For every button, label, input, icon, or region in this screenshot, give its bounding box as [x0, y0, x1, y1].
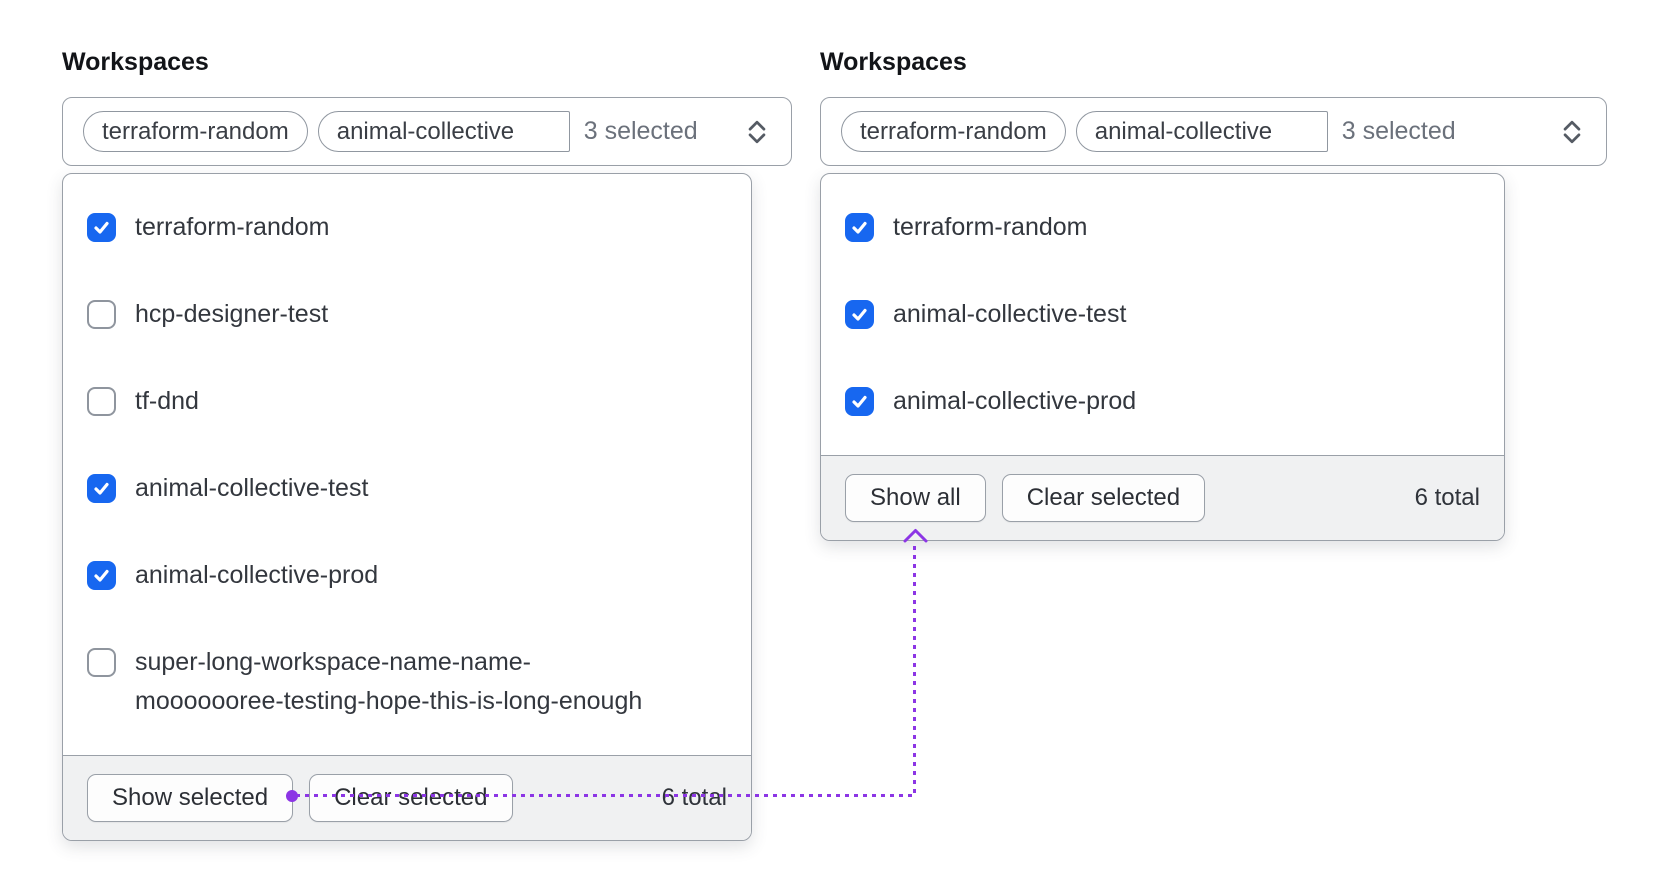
workspaces-multiselect-right: Workspaces terraform-random animal-colle… [820, 48, 1607, 541]
check-icon [92, 566, 111, 585]
check-icon [850, 305, 869, 324]
chevron-up-down-icon [743, 117, 771, 147]
selected-tag[interactable]: terraform-random [83, 111, 308, 152]
selected-count: 3 selected [1341, 117, 1456, 145]
option-row[interactable]: animal-collective-test [821, 271, 1504, 358]
selected-tag-clipped[interactable]: animal-collective [317, 111, 570, 152]
options-dropdown: terraform-random hcp-designer-test tf-dn… [62, 173, 752, 841]
options-listbox: terraform-random animal-collective-test … [821, 174, 1504, 455]
option-row[interactable]: animal-collective-prod [63, 532, 751, 619]
checkbox[interactable] [87, 213, 116, 242]
multiselect-trigger[interactable]: terraform-random animal-collective 3 sel… [62, 97, 792, 166]
option-row[interactable]: terraform-random [63, 184, 751, 271]
workspaces-multiselect-demo-page: { "colors": { "checkbox_blue": "#1767f0"… [0, 0, 1672, 892]
checkbox[interactable] [845, 300, 874, 329]
selected-count: 3 selected [583, 117, 698, 145]
checkbox[interactable] [87, 648, 116, 677]
checkbox[interactable] [845, 213, 874, 242]
total-count: 6 total [1414, 484, 1480, 511]
show-all-button[interactable]: Show all [845, 474, 986, 522]
option-row[interactable]: super-long-workspace-name-name- moooooor… [63, 619, 751, 745]
option-label: terraform-random [135, 213, 330, 241]
option-label: animal-collective-prod [893, 387, 1137, 415]
check-icon [850, 218, 869, 237]
selected-tag-clipped[interactable]: animal-collective [1075, 111, 1328, 152]
option-label: terraform-random [893, 213, 1088, 241]
checkbox[interactable] [87, 474, 116, 503]
options-listbox: terraform-random hcp-designer-test tf-dn… [63, 174, 751, 755]
multiselect-trigger[interactable]: terraform-random animal-collective 3 sel… [820, 97, 1607, 166]
workspaces-label: Workspaces [820, 48, 967, 76]
clear-selected-button[interactable]: Clear selected [309, 774, 513, 822]
option-label: tf-dnd [135, 387, 199, 415]
annotation-line-vertical [913, 546, 916, 796]
workspaces-label: Workspaces [62, 48, 209, 76]
option-label: animal-collective-prod [135, 561, 379, 589]
total-count: 6 total [661, 784, 727, 811]
option-label: animal-collective-test [893, 300, 1127, 328]
checkbox[interactable] [87, 561, 116, 590]
option-label: hcp-designer-test [135, 300, 329, 328]
option-row[interactable]: tf-dnd [63, 358, 751, 445]
show-selected-button[interactable]: Show selected [87, 774, 294, 822]
checkbox[interactable] [845, 387, 874, 416]
checkbox[interactable] [87, 387, 116, 416]
workspaces-multiselect-left: Workspaces terraform-random animal-colle… [62, 48, 792, 841]
options-dropdown: terraform-random animal-collective-test … [820, 173, 1505, 541]
option-row[interactable]: hcp-designer-test [63, 271, 751, 358]
check-icon [850, 392, 869, 411]
clear-selected-button[interactable]: Clear selected [1001, 474, 1206, 522]
check-icon [92, 218, 111, 237]
option-label: animal-collective-test [135, 474, 369, 502]
chevron-up-down-icon [1558, 117, 1586, 147]
checkbox[interactable] [87, 300, 116, 329]
option-row[interactable]: animal-collective-test [63, 445, 751, 532]
option-label: super-long-workspace-name-name- moooooor… [135, 648, 643, 715]
listbox-footer: Show selected Clear selected 6 total [63, 755, 751, 840]
option-row[interactable]: animal-collective-prod [821, 358, 1504, 445]
option-row[interactable]: terraform-random [821, 184, 1504, 271]
selected-tag[interactable]: terraform-random [841, 111, 1066, 152]
check-icon [92, 479, 111, 498]
listbox-footer: Show all Clear selected 6 total [821, 455, 1504, 540]
